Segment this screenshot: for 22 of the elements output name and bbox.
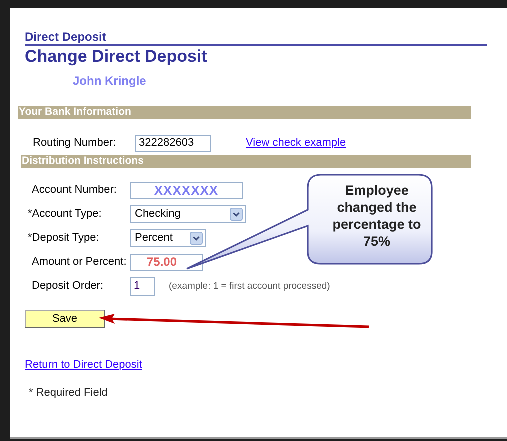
field-label: Deposit Order: [31,280,105,292]
dropdown[interactable]: Checking [130,205,246,223]
field-label: *Account Type: [27,208,103,220]
section-header: Your Bank Information [18,106,471,119]
field-label: Routing Number: [32,137,118,149]
check-example-link[interactable]: View check example [246,137,346,149]
breadcrumb-title: Direct Deposit [25,30,487,46]
return-link[interactable]: Return to Direct Deposit [25,359,142,371]
field-label: *Deposit Type: [27,232,100,244]
field-label: Account Number: [31,184,118,196]
save-button[interactable]: Save [25,310,105,328]
hint-text: (example: 1 = first account processed) [169,280,330,292]
required-field-note: * Required Field [29,387,109,399]
dropdown[interactable]: Percent [130,229,206,247]
employee-name: John Kringle [73,74,148,88]
input-field[interactable]: 322282603 [135,134,211,152]
field-label: Amount or Percent: [31,256,128,268]
input-field[interactable]: 1 [130,276,155,296]
page-title: Change Direct Deposit [25,47,208,67]
section-header: Distribution Instructions [21,155,471,168]
input-field[interactable]: XXXXXXX [130,182,243,198]
callout-text: Employee changed the percentage to 75% [332,182,422,250]
